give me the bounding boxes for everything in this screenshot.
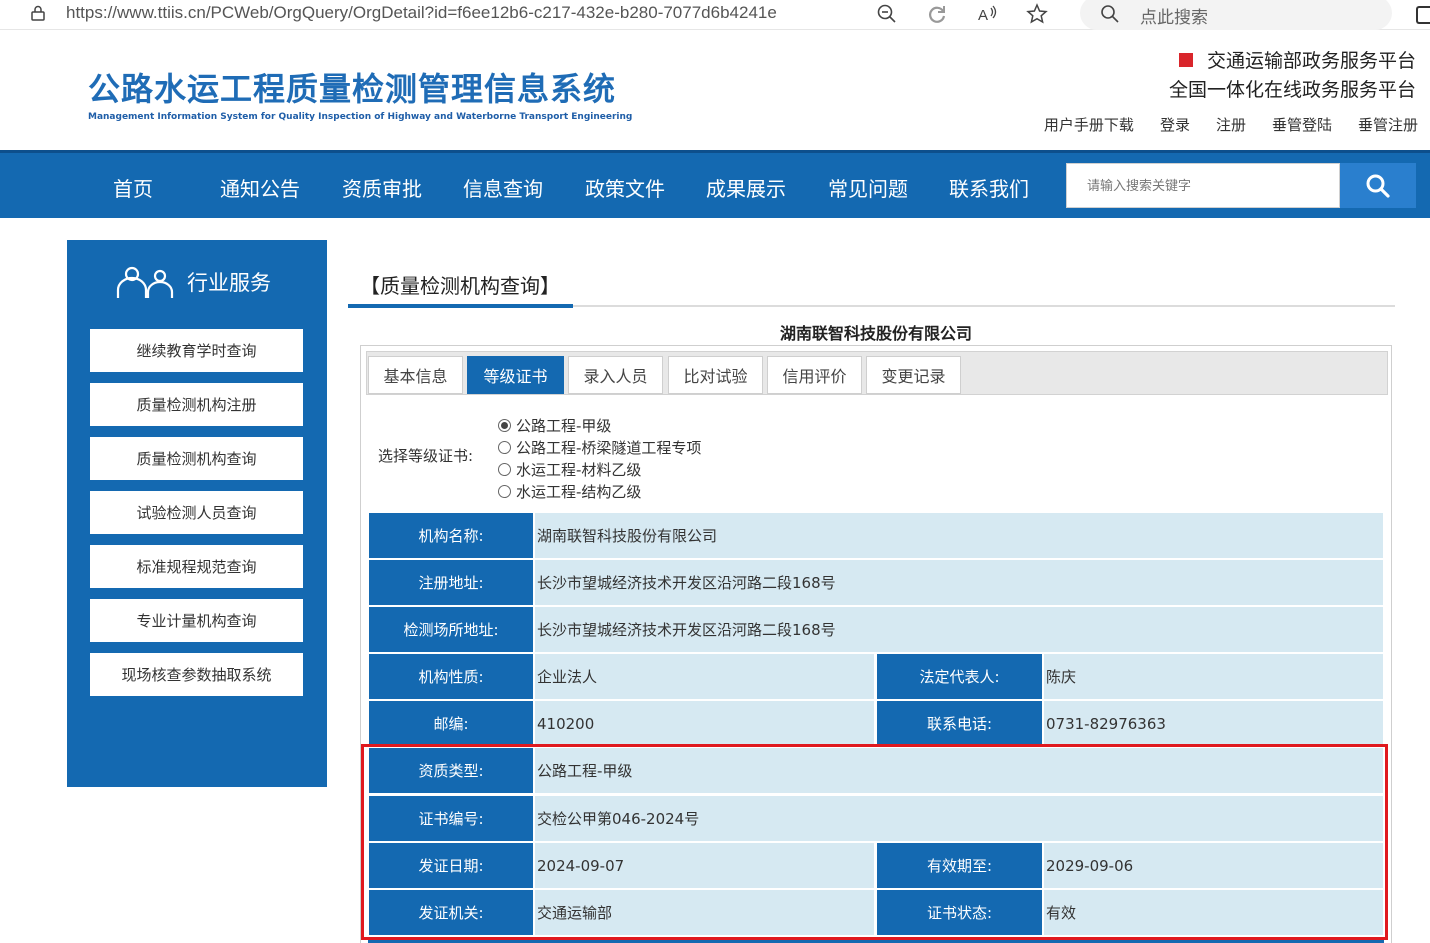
site-subtitle: Management Information System for Qualit… (88, 112, 633, 122)
org-nature-label: 机构性质: (369, 654, 533, 699)
org-name-value: 湖南联智科技股份有限公司 (535, 513, 1383, 558)
cert-option-label: 公路工程-甲级 (516, 417, 612, 435)
site-search-button[interactable] (1340, 163, 1416, 208)
sidebar-item-personnel-query[interactable]: 试验检测人员查询 (90, 491, 303, 534)
vertical-login-link[interactable]: 垂管登陆 (1272, 114, 1332, 135)
sidebar-heading-label: 行业服务 (187, 271, 271, 295)
cert-no-label: 证书编号: (369, 796, 533, 841)
issue-date-label: 发证日期: (369, 843, 533, 888)
cert-select-label: 选择等级证书: (378, 447, 474, 465)
cert-option-water-structure-b[interactable]: 水运工程-结构乙级 (498, 481, 641, 502)
tab-staff[interactable]: 录入人员 (568, 356, 663, 394)
search-icon (1366, 174, 1390, 198)
split-screen-icon[interactable] (1416, 6, 1430, 24)
issuer-value: 交通运输部 (535, 890, 874, 935)
gov-platform-link-2[interactable]: 全国一体化在线政务服务平台 (1169, 75, 1416, 102)
cert-status-label: 证书状态: (877, 890, 1042, 935)
manual-download-link[interactable]: 用户手册下载 (1044, 114, 1134, 135)
issuer-label: 发证机关: (369, 890, 533, 935)
radio-checked[interactable] (498, 419, 511, 432)
cert-option-bridge-tunnel[interactable]: 公路工程-桥梁隧道工程专项 (498, 437, 701, 458)
site-address-value: 长沙市望城经济技术开发区沿河路二段168号 (535, 607, 1383, 652)
gov-platform-1-label: 交通运输部政务服务平台 (1206, 50, 1416, 72)
nav-contact[interactable]: 联系我们 (949, 173, 1029, 202)
tab-comparison-test[interactable]: 比对试验 (668, 356, 763, 394)
title-accent-bar (348, 304, 573, 308)
nav-notices[interactable]: 通知公告 (220, 173, 300, 202)
favorite-star-icon[interactable] (1026, 3, 1048, 25)
qual-type-value: 公路工程-甲级 (535, 748, 1383, 793)
lock-icon[interactable] (31, 5, 45, 21)
postcode-value: 410200 (535, 701, 874, 746)
valid-until-value: 2029-09-06 (1044, 843, 1383, 888)
tab-credit-rating[interactable]: 信用评价 (767, 356, 862, 394)
site-address-label: 检测场所地址: (369, 607, 533, 652)
sidebar-heading: 行业服务 (115, 264, 271, 300)
tab-basic-info[interactable]: 基本信息 (368, 356, 463, 394)
org-name-label: 机构名称: (369, 513, 533, 558)
org-nature-value: 企业法人 (535, 654, 874, 699)
phone-label: 联系电话: (877, 701, 1042, 746)
sidebar-item-onsite-sampling[interactable]: 现场核查参数抽取系统 (90, 653, 303, 696)
radio[interactable] (498, 463, 511, 476)
tab-change-log[interactable]: 变更记录 (866, 356, 961, 394)
page-title: 【质量检测机构查询】 (360, 274, 560, 298)
phone-value: 0731-82976363 (1044, 701, 1383, 746)
gov-platform-link-1[interactable]: 交通运输部政务服务平台 (1178, 46, 1416, 73)
search-icon (1101, 5, 1119, 23)
sidebar-item-metrology-query[interactable]: 专业计量机构查询 (90, 599, 303, 642)
reg-address-label: 注册地址: (369, 560, 533, 605)
radio[interactable] (498, 441, 511, 454)
cert-option-water-material-b[interactable]: 水运工程-材料乙级 (498, 459, 641, 480)
sidebar-item-education-hours[interactable]: 继续教育学时查询 (90, 329, 303, 372)
register-link[interactable]: 注册 (1216, 114, 1246, 135)
nav-faq[interactable]: 常见问题 (828, 173, 908, 202)
main-nav: 首页 通知公告 资质审批 信息查询 政策文件 成果展示 常见问题 联系我们 (0, 150, 1430, 218)
tab-grade-certificate[interactable]: 等级证书 (467, 356, 564, 394)
svg-text:A: A (978, 7, 988, 24)
legal-rep-value: 陈庆 (1044, 654, 1383, 699)
nav-home[interactable]: 首页 (113, 173, 153, 202)
browser-search-placeholder: 点此搜索 (1140, 8, 1208, 28)
users-icon (116, 266, 174, 298)
site-search-input[interactable] (1067, 164, 1339, 207)
sidebar-item-org-query[interactable]: 质量检测机构查询 (90, 437, 303, 480)
read-aloud-icon[interactable]: A (976, 3, 998, 25)
site-search-box (1066, 163, 1340, 208)
sidebar-item-standards-query[interactable]: 标准规程规范查询 (90, 545, 303, 588)
browser-toolbar: https://www.ttiis.cn/PCWeb/OrgQuery/OrgD… (0, 0, 1430, 30)
login-link[interactable]: 登录 (1160, 114, 1190, 135)
cert-option-label: 水运工程-结构乙级 (516, 483, 642, 501)
sidebar: 行业服务 继续教育学时查询 质量检测机构注册 质量检测机构查询 试验检测人员查询… (67, 240, 327, 787)
cert-option-label: 水运工程-材料乙级 (516, 461, 642, 479)
vertical-register-link[interactable]: 垂管注册 (1358, 114, 1418, 135)
reg-address-value: 长沙市望城经济技术开发区沿河路二段168号 (535, 560, 1383, 605)
org-name-heading: 湖南联智科技股份有限公司 (779, 324, 972, 343)
cert-no-value: 交检公甲第046-2024号 (535, 796, 1383, 841)
nav-qualification-approval[interactable]: 资质审批 (342, 173, 422, 202)
address-bar[interactable]: https://www.ttiis.cn/PCWeb/OrgQuery/OrgD… (66, 3, 777, 23)
issue-date-value: 2024-09-07 (535, 843, 874, 888)
site-title: 公路水运工程质量检测管理信息系统 (88, 70, 617, 108)
cert-option-label: 公路工程-桥梁隧道工程专项 (516, 439, 702, 457)
qual-type-label: 资质类型: (369, 748, 533, 793)
radio[interactable] (498, 485, 511, 498)
cert-status-value: 有效 (1044, 890, 1383, 935)
nav-policy[interactable]: 政策文件 (585, 173, 665, 202)
sidebar-item-org-register[interactable]: 质量检测机构注册 (90, 383, 303, 426)
browser-search-box[interactable]: 点此搜索 (1080, 0, 1392, 30)
nav-achievements[interactable]: 成果展示 (706, 173, 786, 202)
cert-option-highway-a[interactable]: 公路工程-甲级 (498, 415, 611, 436)
refresh-icon[interactable] (926, 3, 948, 25)
nav-info-query[interactable]: 信息查询 (463, 173, 543, 202)
table-bottom-strip (368, 938, 1384, 943)
red-square-icon (1178, 52, 1193, 67)
valid-until-label: 有效期至: (877, 843, 1042, 888)
user-links: 用户手册下载 登录 注册 垂管登陆 垂管注册 (1044, 114, 1418, 135)
postcode-label: 邮编: (369, 701, 533, 746)
zoom-out-icon[interactable] (876, 3, 898, 25)
legal-rep-label: 法定代表人: (877, 654, 1042, 699)
